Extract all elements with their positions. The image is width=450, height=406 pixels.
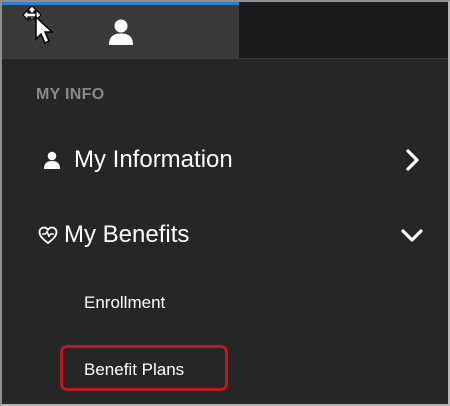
menu-item-my-benefits[interactable]: My Benefits (2, 207, 448, 263)
menu-item-label: My Information (74, 146, 233, 173)
submenu-item-label: Enrollment (84, 293, 166, 312)
highlight-box (60, 345, 228, 391)
person-icon (44, 151, 60, 169)
heart-health-icon (38, 226, 58, 245)
panel-tab-bar (2, 2, 448, 59)
menu-item-label: My Benefits (64, 221, 190, 248)
submenu-item-enrollment[interactable]: Enrollment (2, 282, 448, 326)
section-label-my-info: MY INFO (36, 86, 105, 103)
move-cursor-icon (22, 5, 54, 45)
chevron-down-icon (401, 229, 423, 242)
person-icon (109, 19, 133, 45)
side-panel: MY INFO My Information My Benefits Enrol… (0, 0, 450, 406)
menu-item-my-information[interactable]: My Information (2, 132, 448, 188)
chevron-right-icon (406, 149, 419, 171)
